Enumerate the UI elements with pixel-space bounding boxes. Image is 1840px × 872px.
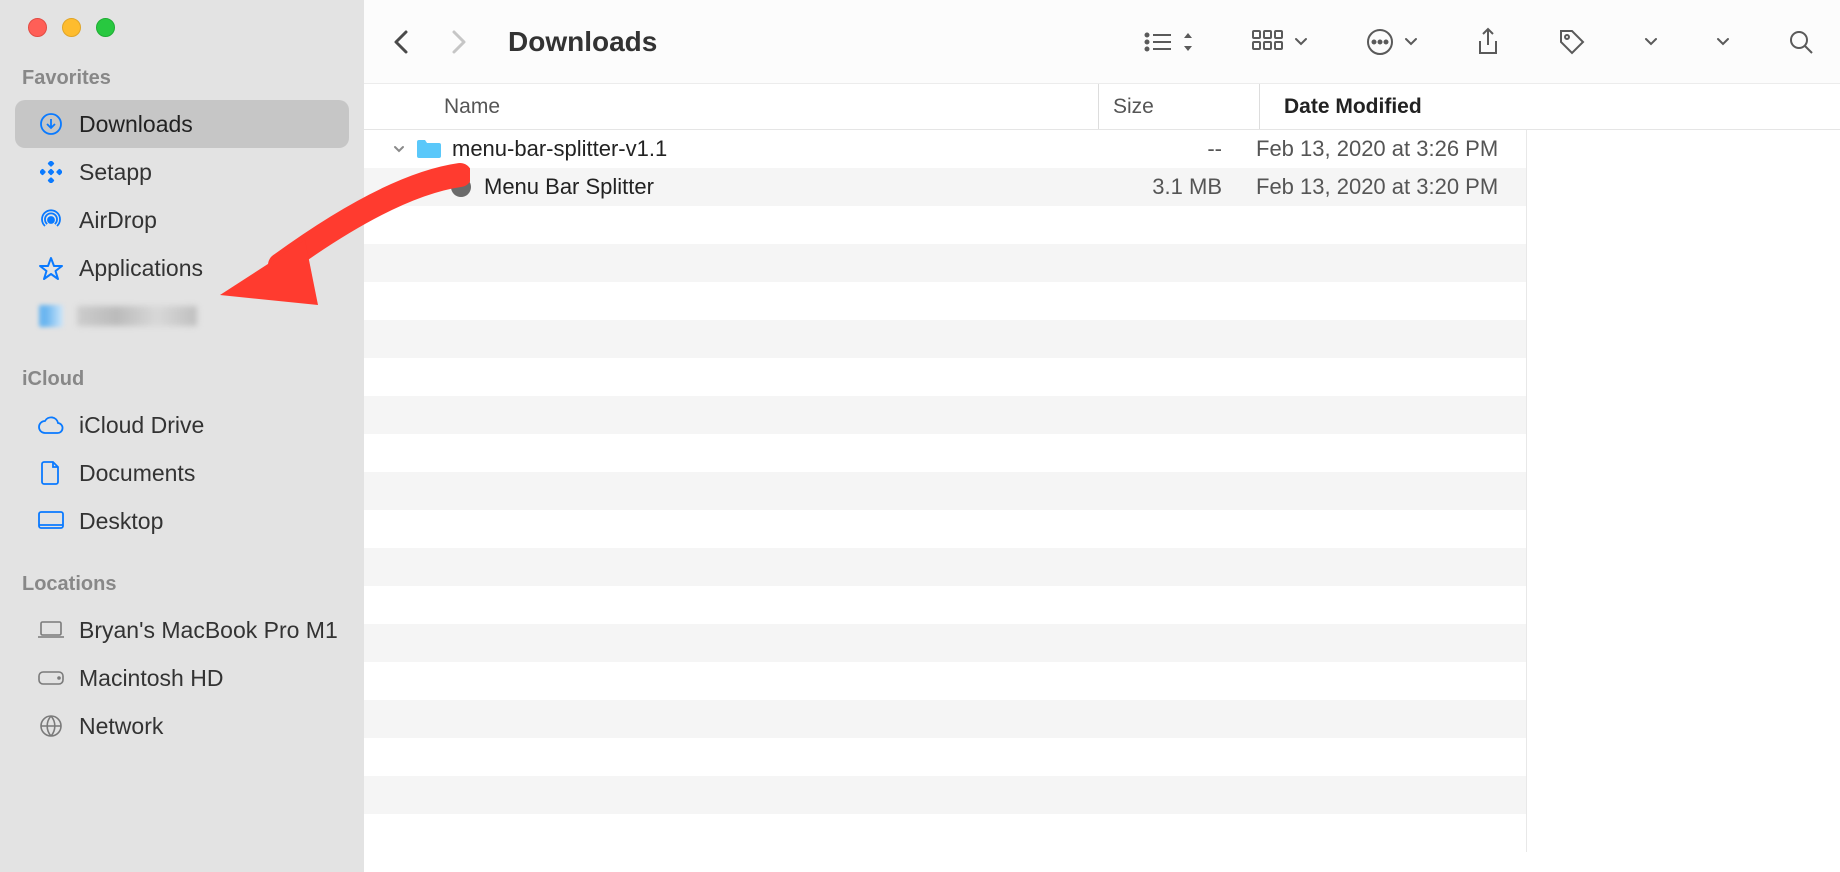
app-icon	[444, 176, 478, 198]
empty-row	[364, 396, 1526, 434]
sidebar-item-setapp[interactable]: Setapp	[15, 148, 349, 196]
preview-pane	[1526, 130, 1840, 852]
tag-button[interactable]	[1558, 28, 1586, 56]
airdrop-icon	[37, 206, 65, 234]
file-name: menu-bar-splitter-v1.1	[446, 136, 1096, 162]
disk-icon	[37, 664, 65, 692]
file-size: --	[1096, 136, 1256, 162]
main-content: Downloads	[364, 0, 1840, 872]
sidebar-item-downloads[interactable]: Downloads	[15, 100, 349, 148]
applications-icon	[37, 254, 65, 282]
column-header: Name Size Date Modified	[364, 84, 1840, 130]
section-favorites-label: Favorites	[0, 67, 364, 100]
column-name[interactable]: Name	[412, 95, 1098, 119]
sidebar-item-label: Macintosh HD	[79, 665, 223, 692]
sidebar-item-label: Downloads	[79, 111, 193, 138]
window-title: Downloads	[508, 26, 657, 58]
window-controls	[0, 18, 364, 37]
empty-row	[364, 624, 1526, 662]
dropdown-2-button[interactable]	[1716, 37, 1730, 47]
chevron-down-icon	[1294, 37, 1308, 47]
section-locations-label: Locations	[0, 573, 364, 606]
file-list: menu-bar-splitter-v1.1 -- Feb 13, 2020 a…	[364, 130, 1526, 852]
file-date: Feb 13, 2020 at 3:26 PM	[1256, 136, 1526, 162]
setapp-icon	[37, 158, 65, 186]
empty-row	[364, 472, 1526, 510]
empty-row	[364, 320, 1526, 358]
sidebar-item-label: Network	[79, 713, 163, 740]
section-icloud-label: iCloud	[0, 368, 364, 401]
sidebar-item-icloud-drive[interactable]: iCloud Drive	[15, 401, 349, 449]
empty-row	[364, 776, 1526, 814]
minimize-button[interactable]	[62, 18, 81, 37]
sidebar-item-label: Setapp	[79, 159, 152, 186]
chevron-down-icon	[1404, 37, 1418, 47]
globe-icon	[37, 712, 65, 740]
sidebar-item-label: AirDrop	[79, 207, 157, 234]
toolbar: Downloads	[364, 0, 1840, 84]
empty-row	[364, 510, 1526, 548]
chevron-updown-icon	[1182, 31, 1194, 53]
file-date: Feb 13, 2020 at 3:20 PM	[1256, 174, 1526, 200]
column-date[interactable]: Date Modified	[1260, 95, 1840, 119]
empty-row	[364, 282, 1526, 320]
sidebar-item-label: Applications	[79, 255, 203, 282]
download-icon	[37, 110, 65, 138]
blurred-icon	[37, 302, 65, 330]
disclosure-triangle[interactable]	[364, 142, 412, 156]
group-by-button[interactable]	[1252, 30, 1308, 54]
laptop-icon	[37, 616, 65, 644]
empty-row	[364, 358, 1526, 396]
document-icon	[37, 459, 65, 487]
empty-row	[364, 434, 1526, 472]
sidebar-item-applications[interactable]: Applications	[15, 244, 349, 292]
empty-row	[364, 814, 1526, 852]
search-button[interactable]	[1788, 29, 1814, 55]
sidebar-item-macintosh-hd[interactable]: Macintosh HD	[15, 654, 349, 702]
close-button[interactable]	[28, 18, 47, 37]
empty-row	[364, 244, 1526, 282]
sidebar-item-label: Bryan's MacBook Pro M1	[79, 617, 338, 644]
sidebar-item-documents[interactable]: Documents	[15, 449, 349, 497]
back-button[interactable]	[388, 29, 414, 55]
empty-row	[364, 662, 1526, 700]
sidebar: Favorites Downloads Setapp AirDrop Appli…	[0, 0, 364, 872]
sidebar-item-redacted[interactable]	[15, 292, 349, 340]
empty-row	[364, 738, 1526, 776]
sidebar-item-network[interactable]: Network	[15, 702, 349, 750]
empty-row	[364, 548, 1526, 586]
cloud-icon	[37, 411, 65, 439]
sidebar-item-airdrop[interactable]: AirDrop	[15, 196, 349, 244]
desktop-icon	[37, 507, 65, 535]
share-button[interactable]	[1476, 27, 1500, 57]
sidebar-item-label: Desktop	[79, 508, 163, 535]
sidebar-item-label	[77, 306, 197, 326]
sidebar-item-macbook[interactable]: Bryan's MacBook Pro M1	[15, 606, 349, 654]
forward-button[interactable]	[446, 29, 472, 55]
dropdown-1-button[interactable]	[1644, 37, 1658, 47]
empty-row	[364, 586, 1526, 624]
file-size: 3.1 MB	[1096, 174, 1256, 200]
empty-row	[364, 700, 1526, 738]
file-name: Menu Bar Splitter	[478, 174, 1096, 200]
action-menu-button[interactable]	[1366, 28, 1418, 56]
file-row-folder[interactable]: menu-bar-splitter-v1.1 -- Feb 13, 2020 a…	[364, 130, 1526, 168]
sidebar-item-label: Documents	[79, 460, 195, 487]
column-size[interactable]: Size	[1099, 95, 1259, 119]
sidebar-item-label: iCloud Drive	[79, 412, 204, 439]
empty-row	[364, 206, 1526, 244]
folder-icon	[412, 139, 446, 159]
view-mode-list-button[interactable]	[1144, 31, 1194, 53]
fullscreen-button[interactable]	[96, 18, 115, 37]
sidebar-item-desktop[interactable]: Desktop	[15, 497, 349, 545]
file-row-app[interactable]: Menu Bar Splitter 3.1 MB Feb 13, 2020 at…	[364, 168, 1526, 206]
